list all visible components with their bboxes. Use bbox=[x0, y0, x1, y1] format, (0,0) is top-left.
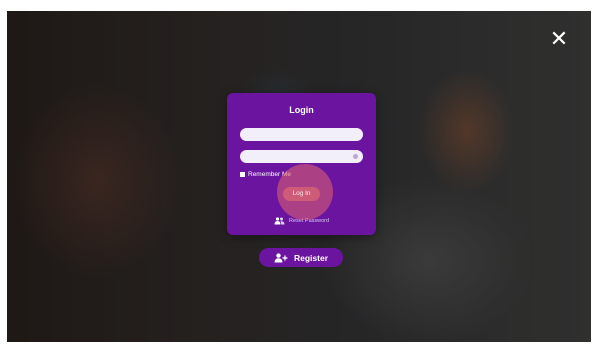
close-icon[interactable]: ✕ bbox=[549, 29, 569, 51]
remember-checkbox[interactable] bbox=[240, 172, 245, 177]
login-title: Login bbox=[289, 105, 314, 115]
password-input[interactable] bbox=[240, 150, 363, 163]
register-button[interactable]: Register bbox=[259, 248, 343, 267]
user-plus-icon bbox=[274, 252, 288, 262]
eye-icon[interactable] bbox=[353, 154, 358, 159]
register-label: Register bbox=[293, 252, 328, 263]
users-icon bbox=[274, 217, 285, 225]
login-card: Login Remember Me Log In Reset Password bbox=[227, 93, 376, 235]
login-button[interactable]: Log In bbox=[283, 187, 320, 201]
username-input[interactable] bbox=[240, 128, 363, 141]
